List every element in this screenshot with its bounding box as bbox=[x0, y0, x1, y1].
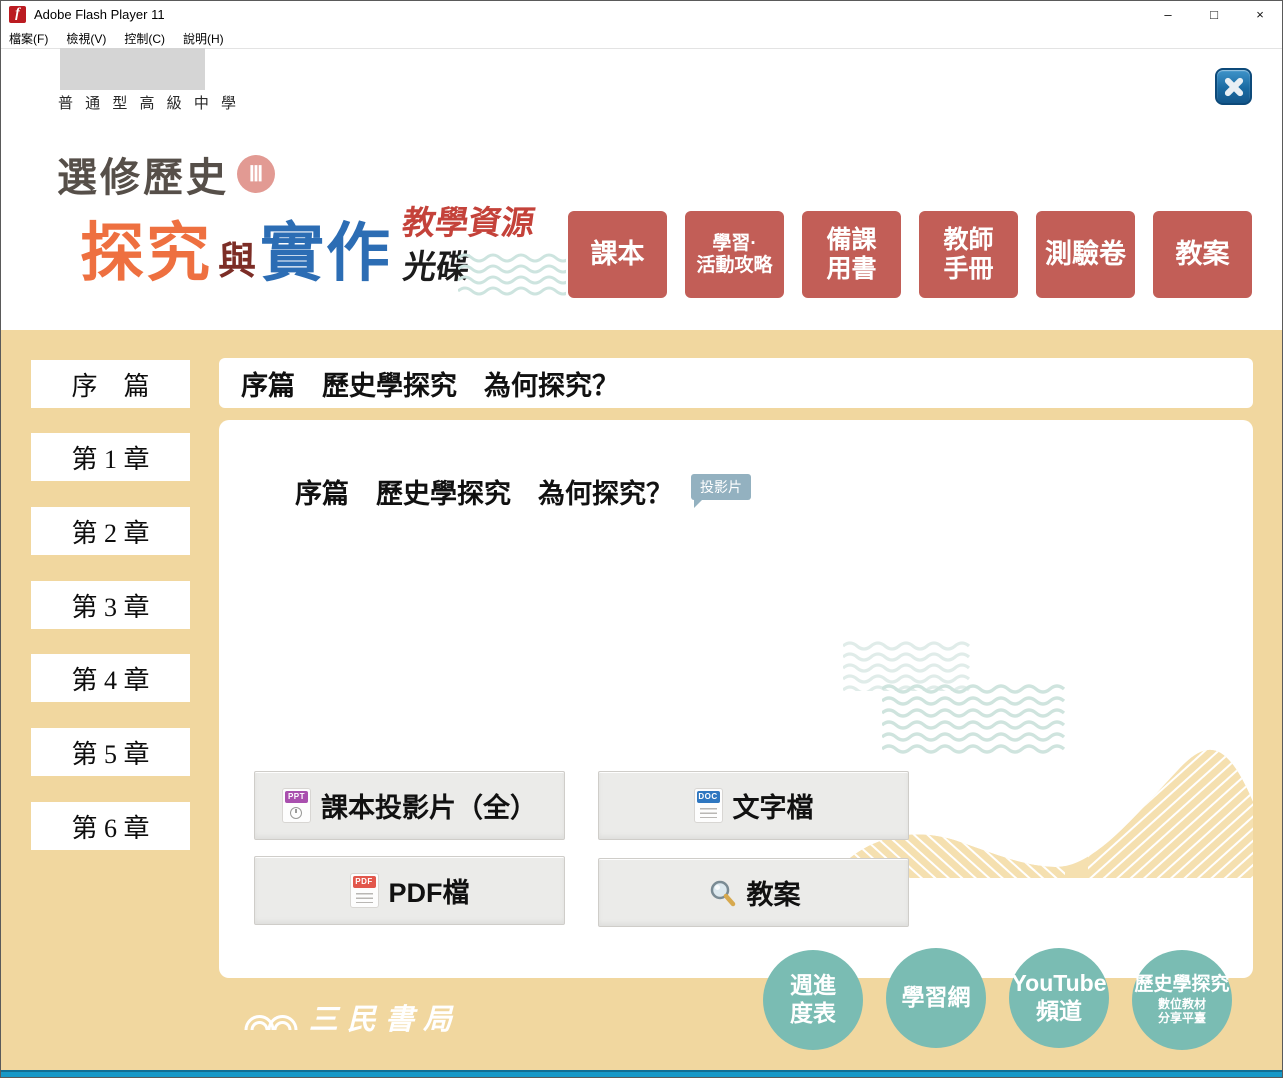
lesson-plan-button[interactable]: 教案 bbox=[598, 858, 909, 927]
title-explore: 探究 bbox=[80, 202, 212, 294]
publisher-logo-placeholder bbox=[60, 48, 205, 90]
hill-decoration bbox=[850, 730, 1253, 878]
close-x-icon bbox=[1221, 74, 1247, 100]
close-app-button[interactable] bbox=[1215, 68, 1252, 105]
menu-item-file[interactable]: 檔案(F) bbox=[9, 30, 48, 47]
resource-label-line1: 教學資源 bbox=[400, 196, 539, 244]
window-titlebar: f Adobe Flash Player 11 – □ × bbox=[0, 0, 1283, 28]
learning-site-link[interactable]: 學習網 bbox=[886, 948, 986, 1048]
slide-tag: 投影片 bbox=[691, 474, 751, 500]
maximize-icon[interactable]: □ bbox=[1191, 0, 1237, 28]
content-panel: 序篇 歷史學探究 為何探究？ 投影片 bbox=[219, 420, 1253, 978]
nav-button-textbook[interactable]: 課本 bbox=[568, 211, 667, 298]
school-type-label: 普 通 型 高 級 中 學 bbox=[58, 92, 240, 113]
nav-button-lesson-prep[interactable]: 備課用書 bbox=[802, 211, 901, 298]
publisher-name: 三民書局 bbox=[309, 996, 461, 1038]
nav-button-lesson-plans[interactable]: 教案 bbox=[1153, 211, 1252, 298]
main-title: 探究 與 實作 bbox=[80, 202, 392, 294]
close-icon[interactable]: × bbox=[1237, 0, 1283, 28]
window-controls: – □ × bbox=[1145, 0, 1283, 28]
title-and: 與 bbox=[218, 230, 256, 285]
pdf-file-icon: PDF bbox=[350, 873, 379, 908]
main-area: 序 篇 第 1 章 第 2 章 第 3 章 第 4 章 第 5 章 第 6 章 … bbox=[0, 330, 1283, 1070]
nav-button-test-papers[interactable]: 測驗卷 bbox=[1036, 211, 1135, 298]
history-platform-link[interactable]: 歷史學探究 數位教材 分享平臺 bbox=[1132, 950, 1232, 1050]
text-file-button[interactable]: DOC 文字檔 bbox=[598, 771, 909, 840]
menu-item-help[interactable]: 說明(H) bbox=[183, 30, 224, 47]
magnifier-icon bbox=[707, 878, 737, 908]
minimize-icon[interactable]: – bbox=[1145, 0, 1191, 28]
bottom-accent-bar bbox=[0, 1070, 1283, 1078]
app-window: f Adobe Flash Player 11 – □ × 檔案(F) 檢視(V… bbox=[0, 0, 1283, 1078]
ppt-file-icon: PPT bbox=[282, 788, 311, 823]
menu-bar: 檔案(F) 檢視(V) 控制(C) 說明(H) bbox=[0, 28, 1283, 49]
title-practice: 實作 bbox=[260, 202, 392, 294]
nav-button-teacher-manual[interactable]: 教師手冊 bbox=[919, 211, 1018, 298]
wave-decoration-banner bbox=[458, 253, 566, 297]
weekly-schedule-link[interactable]: 週進 度表 bbox=[763, 950, 863, 1050]
content-title: 序篇 歷史學探究 為何探究？ bbox=[295, 472, 673, 511]
nav-button-learning-guide[interactable]: 學習·活動攻略 bbox=[685, 211, 784, 298]
textbook-slides-button[interactable]: PPT 課本投影片（全） bbox=[254, 771, 565, 840]
top-banner: 普 通 型 高 級 中 學 選修歷史 Ⅲ 探究 與 實作 教學資源 光碟 課本 bbox=[0, 50, 1283, 330]
volume-badge: Ⅲ bbox=[237, 155, 275, 193]
sidebar-item-intro[interactable]: 序 篇 bbox=[31, 360, 190, 408]
youtube-channel-link[interactable]: YouTube 頻道 bbox=[1009, 948, 1109, 1048]
flash-player-icon: f bbox=[9, 6, 26, 23]
menu-item-control[interactable]: 控制(C) bbox=[124, 30, 165, 47]
sidebar-item-chapter2[interactable]: 第 2 章 bbox=[31, 507, 190, 555]
series-title-row: 選修歷史 Ⅲ bbox=[57, 145, 275, 203]
sidebar-item-chapter5[interactable]: 第 5 章 bbox=[31, 728, 190, 776]
pdf-file-button[interactable]: PDF PDF檔 bbox=[254, 856, 565, 925]
section-header: 序篇 歷史學探究 為何探究？ bbox=[219, 358, 1253, 408]
sidebar-item-chapter1[interactable]: 第 1 章 bbox=[31, 433, 190, 481]
sidebar-item-chapter4[interactable]: 第 4 章 bbox=[31, 654, 190, 702]
doc-file-icon: DOC bbox=[694, 788, 723, 823]
sidebar-item-chapter6[interactable]: 第 6 章 bbox=[31, 802, 190, 850]
window-title: Adobe Flash Player 11 bbox=[34, 7, 165, 22]
publisher-arch-icon bbox=[243, 1002, 299, 1032]
series-title: 選修歷史 bbox=[57, 145, 229, 203]
sidebar-item-chapter3[interactable]: 第 3 章 bbox=[31, 581, 190, 629]
resource-nav: 課本 學習·活動攻略 備課用書 教師手冊 測驗卷 教案 bbox=[568, 211, 1252, 298]
publisher-logo: 三民書局 bbox=[243, 996, 461, 1038]
menu-item-view[interactable]: 檢視(V) bbox=[66, 30, 106, 47]
